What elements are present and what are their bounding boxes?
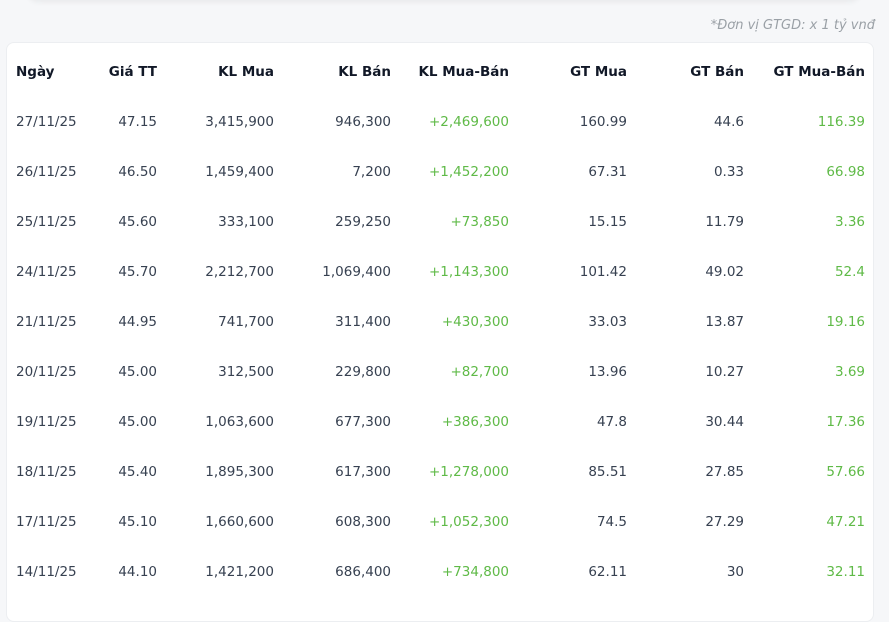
sell-volume-cell: 7,200 [352,164,391,180]
net-volume-cell: +82,700 [450,364,509,380]
sell-value-cell: 10.27 [705,364,744,380]
buy-volume-cell: 312,500 [218,364,274,380]
price-cell: 45.10 [118,514,157,530]
table-row: 24/11/25 45.70 2,212,700 1,069,400 +1,14… [7,247,875,297]
sell-value-cell: 27.29 [705,514,744,530]
net-value-cell: 52.4 [834,264,865,280]
net-volume-cell: +73,850 [450,214,509,230]
price-cell: 47.15 [118,114,157,130]
net-value-cell: 17.36 [826,414,865,430]
buy-volume-cell: 741,700 [218,314,274,330]
net-value-cell: 66.98 [826,164,865,180]
sell-volume-cell: 686,400 [335,564,391,580]
sell-volume-cell: 311,400 [335,314,391,330]
buy-volume-cell: 1,895,300 [205,464,274,480]
sell-value-cell: 30 [726,564,744,580]
buy-volume-cell: 333,100 [218,214,274,230]
sell-value-cell: 13.87 [705,314,744,330]
net-value-cell: 32.11 [826,564,865,580]
net-volume-cell: +430,300 [441,314,509,330]
price-cell: 44.95 [118,314,157,330]
buy-value-cell: 62.11 [588,564,627,580]
buy-volume-cell: 2,212,700 [205,264,274,280]
net-volume-cell: +1,143,300 [428,264,509,280]
net-value-cell: 47.21 [826,514,865,530]
header-buy-value: GT Mua [570,64,627,80]
table-header-row: Ngày Giá TT KL Mua KL Bán KL Mua-Bán GT … [7,47,875,97]
buy-value-cell: 47.8 [596,414,627,430]
header-sell-value: GT Bán [690,64,744,80]
net-volume-cell: +1,278,000 [428,464,509,480]
table-row: 26/11/25 46.50 1,459,400 7,200 +1,452,20… [7,147,875,197]
table-row: 25/11/25 45.60 333,100 259,250 +73,850 1… [7,197,875,247]
price-cell: 44.10 [118,564,157,580]
table-row: 14/11/25 44.10 1,421,200 686,400 +734,80… [7,547,875,597]
net-volume-cell: +2,469,600 [428,114,509,130]
buy-value-cell: 85.51 [588,464,627,480]
price-cell: 45.00 [118,364,157,380]
sell-value-cell: 27.85 [705,464,744,480]
net-volume-cell: +386,300 [441,414,509,430]
buy-volume-cell: 1,063,600 [205,414,274,430]
header-price: Giá TT [108,64,157,80]
table-row: 17/11/25 45.10 1,660,600 608,300 +1,052,… [7,497,875,547]
net-volume-cell: +734,800 [441,564,509,580]
sell-value-cell: 11.79 [705,214,744,230]
buy-volume-cell: 1,660,600 [205,514,274,530]
sell-volume-cell: 229,800 [335,364,391,380]
sell-volume-cell: 608,300 [335,514,391,530]
net-value-cell: 57.66 [826,464,865,480]
price-cell: 45.60 [118,214,157,230]
buy-value-cell: 67.31 [588,164,627,180]
header-net-value: GT Mua-Bán [773,64,865,80]
price-cell: 45.00 [118,414,157,430]
table-row: 27/11/25 47.15 3,415,900 946,300 +2,469,… [7,97,875,147]
buy-value-cell: 13.96 [588,364,627,380]
price-cell: 45.70 [118,264,157,280]
buy-value-cell: 74.5 [596,514,627,530]
price-cell: 45.40 [118,464,157,480]
table-row: 21/11/25 44.95 741,700 311,400 +430,300 … [7,297,875,347]
buy-value-cell: 33.03 [588,314,627,330]
header-net-volume: KL Mua-Bán [418,64,509,80]
table-row: 18/11/25 45.40 1,895,300 617,300 +1,278,… [7,447,875,497]
table-row: 20/11/25 45.00 312,500 229,800 +82,700 1… [7,347,875,397]
sell-value-cell: 0.33 [713,164,744,180]
buy-value-cell: 160.99 [579,114,627,130]
net-value-cell: 116.39 [817,114,865,130]
sell-value-cell: 44.6 [713,114,744,130]
net-value-cell: 3.36 [834,214,865,230]
unit-note: *Đơn vị GTGD: x 1 tỷ vnđ [710,18,875,33]
buy-volume-cell: 1,421,200 [205,564,274,580]
trading-table: Ngày Giá TT KL Mua KL Bán KL Mua-Bán GT … [6,42,874,622]
sell-volume-cell: 946,300 [335,114,391,130]
price-cell: 46.50 [118,164,157,180]
sell-volume-cell: 259,250 [335,214,391,230]
sell-volume-cell: 617,300 [335,464,391,480]
net-volume-cell: +1,452,200 [428,164,509,180]
sell-volume-cell: 1,069,400 [322,264,391,280]
sell-volume-cell: 677,300 [335,414,391,430]
net-value-cell: 19.16 [826,314,865,330]
net-volume-cell: +1,052,300 [428,514,509,530]
sell-value-cell: 49.02 [705,264,744,280]
sell-value-cell: 30.44 [705,414,744,430]
buy-volume-cell: 1,459,400 [205,164,274,180]
header-sell-volume: KL Bán [338,64,391,80]
buy-value-cell: 15.15 [588,214,627,230]
buy-value-cell: 101.42 [579,264,627,280]
header-buy-volume: KL Mua [218,64,274,80]
net-value-cell: 3.69 [834,364,865,380]
buy-volume-cell: 3,415,900 [205,114,274,130]
table-row: 19/11/25 45.00 1,063,600 677,300 +386,30… [7,397,875,447]
